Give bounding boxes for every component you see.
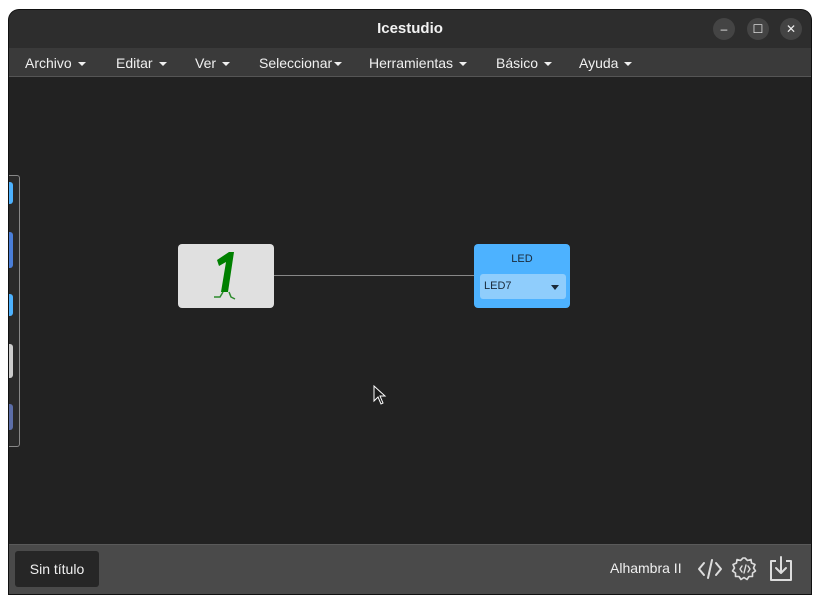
constant-one-walking-icon bbox=[214, 252, 236, 300]
upload-icon[interactable] bbox=[767, 555, 795, 583]
left-dock-panel[interactable] bbox=[9, 175, 20, 447]
maximize-button[interactable]: ☐ bbox=[747, 18, 769, 40]
menu-label: Editar bbox=[116, 55, 153, 71]
chevron-down-icon bbox=[459, 62, 468, 67]
led-block-label: LED bbox=[511, 253, 533, 265]
menu-ver[interactable]: Ver bbox=[195, 55, 231, 71]
menu-archivo[interactable]: Archivo bbox=[25, 55, 86, 71]
chevron-down-icon bbox=[222, 62, 231, 67]
dock-tab-icon[interactable] bbox=[9, 404, 13, 430]
app-window: Icestudio – ☐ ✕ Archivo Editar Ver Selec… bbox=[9, 10, 811, 594]
code-icon[interactable] bbox=[696, 555, 724, 583]
chevron-down-icon bbox=[624, 62, 633, 67]
menu-editar[interactable]: Editar bbox=[116, 55, 167, 71]
chevron-down-icon bbox=[334, 62, 343, 67]
menu-label: Herramientas bbox=[369, 55, 454, 71]
dock-tab-icon[interactable] bbox=[9, 344, 13, 378]
minimize-button[interactable]: – bbox=[713, 18, 735, 40]
menu-basico[interactable]: Básico bbox=[496, 55, 553, 71]
title-bar[interactable]: Icestudio – ☐ ✕ bbox=[9, 10, 811, 48]
menu-label: Seleccionar bbox=[259, 55, 333, 71]
menu-seleccionar[interactable]: Seleccionar bbox=[259, 55, 343, 71]
close-button[interactable]: ✕ bbox=[780, 18, 802, 40]
wire-connection[interactable] bbox=[274, 275, 474, 276]
led-output-block[interactable]: LED LED7 bbox=[474, 244, 570, 308]
chevron-down-icon bbox=[551, 285, 559, 290]
menu-ayuda[interactable]: Ayuda bbox=[579, 55, 633, 71]
dock-tab-icon[interactable] bbox=[9, 182, 13, 204]
chevron-down-icon bbox=[544, 62, 553, 67]
design-canvas[interactable]: LED LED7 bbox=[9, 77, 811, 544]
board-name-label[interactable]: Alhambra II bbox=[610, 560, 682, 576]
dock-tab-icon[interactable] bbox=[9, 294, 13, 316]
menu-herramientas[interactable]: Herramientas bbox=[369, 55, 468, 71]
project-title-badge[interactable]: Sin título bbox=[15, 551, 99, 587]
status-footer: Sin título Alhambra II bbox=[9, 544, 811, 594]
menu-label: Ver bbox=[195, 55, 217, 71]
menu-bar: Archivo Editar Ver Seleccionar Herramien… bbox=[9, 48, 811, 77]
menu-label: Básico bbox=[496, 55, 539, 71]
mouse-cursor-icon bbox=[373, 385, 387, 405]
menu-label: Archivo bbox=[25, 55, 72, 71]
menu-label: Ayuda bbox=[579, 55, 619, 71]
window-title: Icestudio bbox=[377, 20, 443, 37]
chevron-down-icon bbox=[77, 62, 86, 67]
constant-block[interactable] bbox=[178, 244, 274, 308]
led-pin-select[interactable]: LED7 bbox=[480, 274, 566, 299]
verify-gear-icon[interactable] bbox=[731, 555, 759, 583]
led-pin-value: LED7 bbox=[484, 280, 512, 292]
chevron-down-icon bbox=[158, 62, 167, 67]
dock-tab-icon[interactable] bbox=[9, 232, 13, 268]
